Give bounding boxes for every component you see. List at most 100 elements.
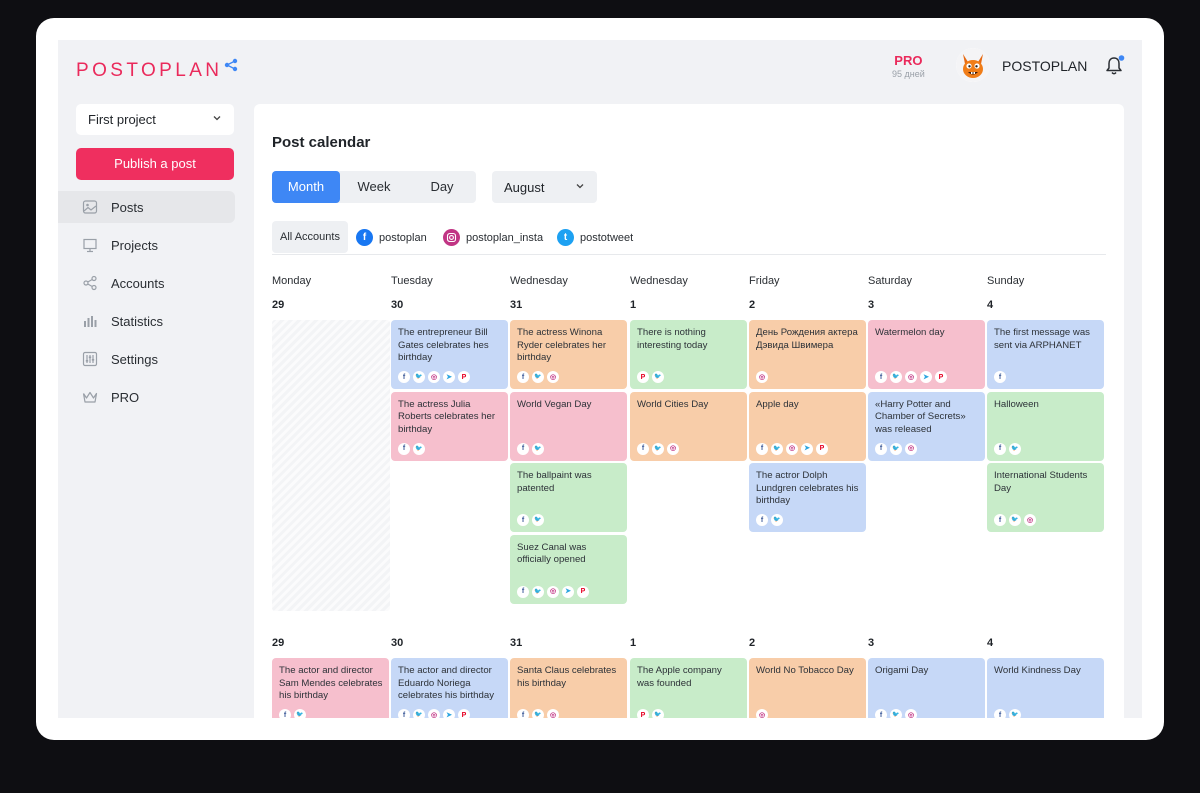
facebook-icon: f <box>756 442 768 455</box>
instagram-icon: ◎ <box>905 371 917 383</box>
sidebar-item-posts[interactable]: Posts <box>58 191 235 223</box>
post-networks: f 🐦 ◎ <box>875 442 920 455</box>
post-card[interactable]: The Apple company was founded P 🐦 <box>630 658 747 718</box>
twitter-icon: 🐦 <box>294 709 306 718</box>
sidebar-item-projects[interactable]: Projects <box>58 229 235 261</box>
post-card[interactable]: The actor and director Eduardo Noriega c… <box>391 658 508 718</box>
post-networks: f 🐦 <box>517 442 547 455</box>
page-title: Post calendar <box>272 134 371 151</box>
post-networks: f 🐦 ◎ <box>637 442 682 455</box>
post-text: Santa Claus celebrates his birthday <box>517 665 617 689</box>
post-text: The first message was sent via ARPHANET <box>994 327 1090 351</box>
day-header: Friday <box>749 275 780 287</box>
date-number: 2 <box>749 299 756 311</box>
post-card[interactable]: World Kindness Day f 🐦 <box>987 658 1104 718</box>
instagram-icon: ◎ <box>756 371 768 383</box>
tab-month[interactable]: Month <box>272 171 340 203</box>
instagram-icon: ◎ <box>905 442 917 455</box>
post-text: World Cities Day <box>637 398 709 410</box>
sidebar-item-accounts[interactable]: Accounts <box>58 267 235 299</box>
post-card[interactable]: International Students Day f 🐦 ◎ <box>987 463 1104 532</box>
chevron-down-icon <box>213 116 221 121</box>
tab-week[interactable]: Week <box>340 171 408 203</box>
account-filter-postotweet[interactable]: t postotweet <box>557 229 633 246</box>
twitter-icon: 🐦 <box>532 442 544 455</box>
facebook-icon: f <box>398 371 410 383</box>
post-card[interactable]: Apple day f 🐦 ◎ ➤ P <box>749 391 866 461</box>
post-card[interactable]: Suez Canal was officially opened f 🐦 ◎ ➤ P <box>510 534 627 604</box>
twitter-icon: 🐦 <box>890 442 902 455</box>
post-card[interactable]: World Cities Day f 🐦 ◎ <box>630 391 747 461</box>
post-card[interactable]: The ballpaint was patented f 🐦 <box>510 463 627 532</box>
twitter-icon: 🐦 <box>1009 514 1021 526</box>
post-card[interactable]: Origami Day f 🐦 ◎ <box>868 658 985 718</box>
all-accounts-filter[interactable]: All Accounts <box>272 221 348 253</box>
instagram-icon: ◎ <box>547 371 559 383</box>
post-card[interactable]: World Vegan Day f 🐦 <box>510 391 627 461</box>
facebook-icon: f <box>517 371 529 383</box>
tab-day[interactable]: Day <box>408 171 476 203</box>
facebook-icon: f <box>875 709 887 718</box>
pinterest-icon: P <box>637 709 649 718</box>
project-select[interactable]: First project <box>76 104 234 135</box>
facebook-icon: f <box>398 442 410 455</box>
twitter-icon: 🐦 <box>652 442 664 455</box>
avatar[interactable] <box>956 48 990 82</box>
telegram-icon: ➤ <box>801 442 813 455</box>
twitter-icon: 🐦 <box>771 442 783 455</box>
month-select[interactable]: August <box>492 171 597 203</box>
post-text: The actror Dolph Lundgren celebrates his… <box>756 470 859 507</box>
post-card[interactable]: Halloween f 🐦 <box>987 391 1104 461</box>
twitter-icon: 🐦 <box>771 514 783 526</box>
post-card[interactable]: The entrepreneur Bill Gates celebrates h… <box>391 320 508 389</box>
account-name: postotweet <box>580 231 634 244</box>
sidebar-item-statistics[interactable]: Statistics <box>58 305 235 337</box>
bell-icon[interactable] <box>1102 54 1126 78</box>
post-card[interactable]: The actress Julia Roberts celebrates her… <box>391 391 508 461</box>
sidebar-item-label: Settings <box>111 351 158 367</box>
sidebar-item-pro[interactable]: PRO <box>58 381 235 413</box>
post-card[interactable]: There is nothing interesting today P 🐦 <box>630 320 747 389</box>
post-networks: P 🐦 <box>637 371 667 383</box>
account-filter-postoplan-insta[interactable]: postoplan_insta <box>443 229 543 246</box>
date-number: 31 <box>510 299 523 311</box>
date-number: 29 <box>272 637 285 649</box>
settings-icon <box>82 351 98 367</box>
twitter-icon: 🐦 <box>890 371 902 383</box>
user-name[interactable]: POSTOPLAN <box>1002 58 1087 74</box>
post-text: The actor and director Eduardo Noriega c… <box>398 665 494 702</box>
post-card[interactable]: The first message was sent via ARPHANET f <box>987 320 1104 389</box>
instagram-icon: ◎ <box>547 709 559 718</box>
post-networks: f 🐦 ◎ ➤ P <box>398 709 473 718</box>
day-header: Tuesday <box>391 275 433 287</box>
post-card[interactable]: Santa Claus celebrates his birthday f 🐦 ◎ <box>510 658 627 718</box>
post-text: World Kindness Day <box>994 665 1081 676</box>
pro-badge[interactable]: PRO 95 дней <box>892 53 925 79</box>
statistics-icon <box>84 316 97 327</box>
publish-post-button[interactable]: Publish a post <box>76 148 234 180</box>
post-card[interactable]: «Harry Potter and Chamber of Secrets» wa… <box>868 391 985 461</box>
accounts-filter-bar: All Accounts f postoplan postoplan_insta… <box>272 221 1106 255</box>
post-card[interactable]: The actor and director Sam Mendes celebr… <box>272 658 389 718</box>
post-text: Suez Canal was officially opened <box>517 541 587 566</box>
pinterest-icon: P <box>637 371 649 383</box>
post-card[interactable]: День Рождения актера Дэвида Швимера ◎ <box>749 320 866 389</box>
twitter-icon: 🐦 <box>532 514 544 526</box>
post-card[interactable]: Watermelon day f 🐦 ◎ ➤ P <box>868 320 985 389</box>
account-filter-postoplan[interactable]: f postoplan <box>356 229 427 246</box>
post-card[interactable]: The actress Winona Ryder celebrates her … <box>510 320 627 389</box>
facebook-icon: f <box>756 514 768 526</box>
fox-avatar-icon <box>956 48 990 82</box>
date-number: 2 <box>749 637 756 649</box>
sidebar-item-settings[interactable]: Settings <box>58 343 235 375</box>
day-header: Sunday <box>987 275 1025 287</box>
post-card[interactable]: World No Tobacco Day ◎ <box>749 658 866 718</box>
post-card[interactable]: The actror Dolph Lundgren celebrates his… <box>749 463 866 532</box>
pinterest-icon: P <box>458 371 470 383</box>
twitter-icon: 🐦 <box>890 709 902 718</box>
post-networks: ◎ <box>756 709 771 718</box>
post-networks: f 🐦 ◎ ➤ P <box>756 442 831 455</box>
month-select-value: August <box>504 180 545 195</box>
telegram-icon: ➤ <box>443 709 455 718</box>
date-number: 3 <box>868 637 875 649</box>
